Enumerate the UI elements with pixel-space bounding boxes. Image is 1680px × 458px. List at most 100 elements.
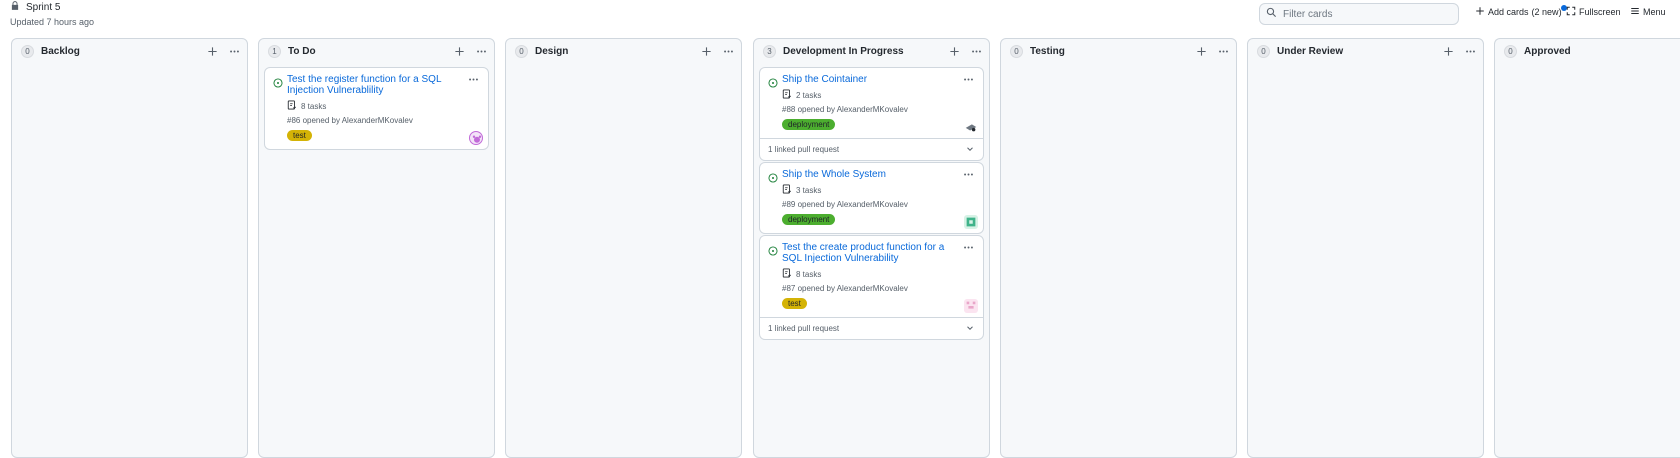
column-name: To Do [288, 45, 316, 57]
linked-pull-request-toggle[interactable]: 1 linked pull request [760, 317, 983, 339]
column-header: 0 Approved [1495, 39, 1680, 63]
add-card-plus-icon[interactable] [699, 44, 713, 58]
issue-card[interactable]: Ship the Whole System 3 tasks #89 opened… [759, 162, 984, 234]
chevron-down-icon [965, 144, 975, 156]
tasklist-icon [782, 184, 792, 196]
avatar[interactable] [964, 299, 978, 313]
column-more-icon[interactable] [1463, 44, 1477, 58]
lock-icon [10, 0, 20, 16]
linked-pull-request-toggle[interactable]: 1 linked pull request [760, 138, 983, 160]
column-more-icon[interactable] [474, 44, 488, 58]
column-approved: 0 Approved [1494, 38, 1680, 458]
add-card-plus-icon[interactable] [1194, 44, 1208, 58]
tasklist-icon [287, 100, 297, 112]
column-more-icon[interactable] [227, 44, 241, 58]
board-title: Sprint 5 [26, 1, 61, 13]
card-title-link[interactable]: Ship the Whole System [782, 169, 947, 180]
column-development-in-progress: 3 Development In Progress Ship the Coint… [753, 38, 990, 458]
column-more-icon[interactable] [1216, 44, 1230, 58]
card-more-icon[interactable] [961, 240, 975, 254]
column-header: 0 Backlog [12, 39, 247, 63]
column-more-icon[interactable] [721, 44, 735, 58]
label-test[interactable]: test [287, 130, 312, 141]
column-header: 0 Testing [1001, 39, 1236, 63]
column-count: 0 [1010, 44, 1023, 58]
fullscreen-button[interactable]: Fullscreen [1566, 6, 1621, 18]
issue-open-icon [273, 75, 283, 88]
task-count: 8 tasks [796, 269, 822, 279]
issue-open-icon [768, 170, 778, 183]
column-header: 3 Development In Progress [754, 39, 989, 63]
hamburger-icon [1630, 6, 1640, 18]
add-cards-badge: 2 new [1534, 7, 1559, 17]
issue-open-icon [768, 75, 778, 88]
card-title-link[interactable]: Test the register function for a SQL Inj… [287, 74, 452, 96]
card-title-link[interactable]: Ship the Cointainer [782, 74, 947, 85]
column-count: 3 [763, 44, 776, 58]
task-count: 2 tasks [796, 90, 822, 100]
filter-cards-field[interactable] [1259, 3, 1459, 25]
add-cards-button[interactable]: Add cards (2 new) [1475, 5, 1567, 18]
column-name: Approved [1524, 45, 1571, 57]
column-header: 1 To Do [259, 39, 494, 63]
linked-pr-label: 1 linked pull request [768, 324, 840, 333]
column-header: 0 Under Review [1248, 39, 1483, 63]
column-name: Under Review [1277, 45, 1344, 57]
column-count: 0 [1504, 44, 1517, 58]
avatar[interactable] [469, 131, 483, 145]
issue-card[interactable]: Ship the Cointainer 2 tasks #88 opened b… [759, 67, 984, 161]
updated-timestamp: Updated 7 hours ago [10, 17, 95, 27]
column-name: Backlog [41, 45, 80, 57]
column-under-review: 0 Under Review [1247, 38, 1484, 458]
add-cards-label: Add cards [1488, 7, 1529, 17]
card-more-icon[interactable] [961, 167, 975, 181]
linked-pr-label: 1 linked pull request [768, 145, 840, 154]
task-count: 8 tasks [301, 101, 327, 111]
column-count: 0 [515, 44, 528, 58]
task-count: 3 tasks [796, 185, 822, 195]
column-name: Testing [1030, 45, 1065, 57]
column-backlog: 0 Backlog [11, 38, 248, 458]
label-deployment[interactable]: deployment [782, 214, 836, 225]
column-header: 0 Design [506, 39, 741, 63]
menu-label: Menu [1643, 7, 1666, 17]
avatar[interactable] [964, 215, 978, 229]
column-testing: 0 Testing [1000, 38, 1237, 458]
card-more-icon[interactable] [466, 72, 480, 86]
issue-meta: #86 opened by AlexanderMKovalev [287, 116, 413, 125]
tasklist-icon [782, 268, 792, 280]
label-deployment[interactable]: deployment [782, 119, 836, 130]
column-more-icon[interactable] [969, 44, 983, 58]
issue-open-icon [768, 243, 778, 256]
plus-icon [1475, 6, 1485, 18]
search-icon [1266, 5, 1277, 23]
column-design: 0 Design [505, 38, 742, 458]
column-count: 0 [1257, 44, 1270, 58]
card-title-link[interactable]: Test the create product function for a S… [782, 242, 947, 264]
issue-meta: #87 opened by AlexanderMKovalev [782, 284, 908, 293]
column-name: Development In Progress [783, 45, 904, 57]
filter-cards-input[interactable] [1283, 8, 1453, 20]
chevron-down-icon [965, 323, 975, 335]
issue-card[interactable]: Test the register function for a SQL Inj… [264, 67, 489, 150]
add-card-plus-icon[interactable] [947, 44, 961, 58]
avatar[interactable] [964, 120, 978, 134]
card-more-icon[interactable] [961, 72, 975, 86]
board-title-area: Sprint 5 Updated 7 hours ago [10, 1, 94, 27]
board-header: Sprint 5 Updated 7 hours ago Add cards (… [0, 0, 1680, 34]
column-to-do: 1 To Do Test the register function for a… [258, 38, 495, 458]
label-test[interactable]: test [782, 298, 807, 309]
column-count: 1 [268, 44, 281, 58]
add-card-plus-icon[interactable] [452, 44, 466, 58]
column-name: Design [535, 45, 569, 57]
add-card-plus-icon[interactable] [1441, 44, 1455, 58]
issue-card[interactable]: Test the create product function for a S… [759, 235, 984, 340]
issue-meta: #88 opened by AlexanderMKovalev [782, 105, 908, 114]
issue-meta: #89 opened by AlexanderMKovalev [782, 200, 908, 209]
add-card-plus-icon[interactable] [205, 44, 219, 58]
fullscreen-icon [1566, 6, 1576, 18]
fullscreen-label: Fullscreen [1579, 7, 1621, 17]
column-count: 0 [21, 44, 34, 58]
menu-button[interactable]: Menu [1630, 6, 1666, 18]
tasklist-icon [782, 89, 792, 101]
